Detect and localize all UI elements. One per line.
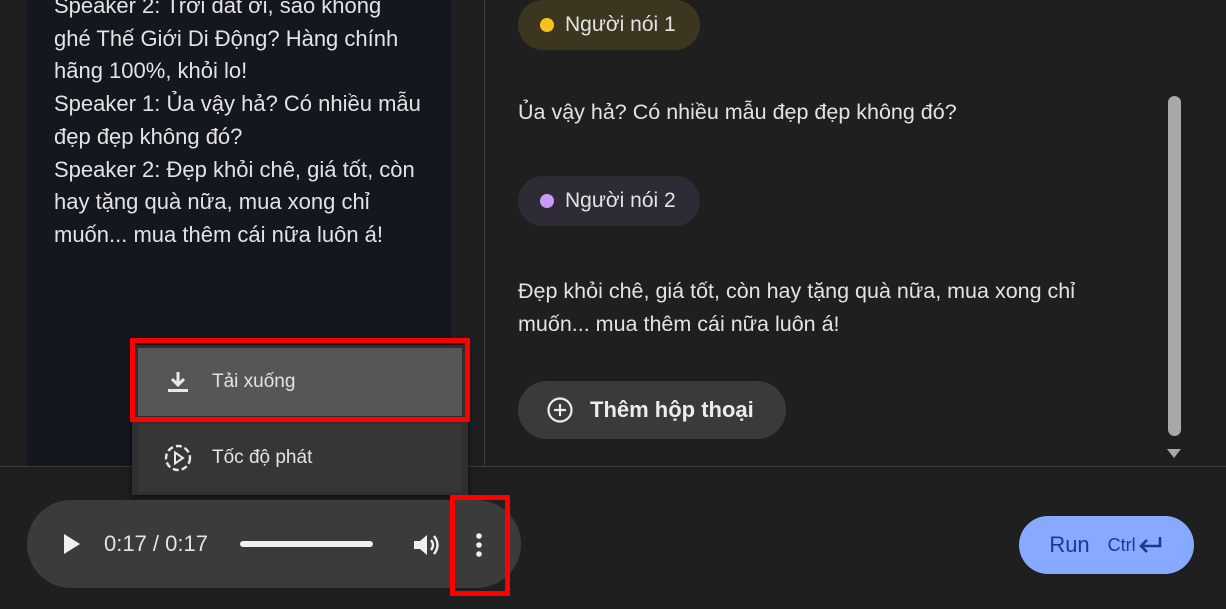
- speaker-chip-2[interactable]: Người nói 2: [518, 176, 700, 226]
- panel-divider: [484, 0, 485, 466]
- scrollbar-thumb[interactable]: [1168, 96, 1181, 436]
- add-dialog-label: Thêm hộp thoại: [590, 397, 754, 422]
- menu-item-playback-speed-label: Tốc độ phát: [212, 447, 313, 468]
- add-dialog-button[interactable]: Thêm hộp thoại: [518, 381, 786, 439]
- volume-icon[interactable]: [410, 529, 442, 561]
- add-circle-icon: [547, 397, 573, 423]
- dialog-2-text[interactable]: Đẹp khỏi chê, giá tốt, còn hay tặng quà …: [518, 275, 1148, 340]
- speaker-1-label: Người nói 1: [565, 13, 676, 36]
- dialog-1-text[interactable]: Ủa vậy hả? Có nhiều mẫu đẹp đẹp không đó…: [518, 96, 1148, 129]
- highlight-box-more-options: [450, 495, 510, 596]
- speaker-2-label: Người nói 2: [565, 189, 676, 212]
- play-icon[interactable]: [62, 531, 82, 557]
- run-shortcut: Ctrl: [1107, 534, 1136, 555]
- run-label: Run: [1049, 532, 1090, 557]
- speaker-2-color-dot: [540, 194, 554, 208]
- enter-key-icon: [1138, 537, 1161, 553]
- transcript-text: Speaker 2: Trời đất ơi, sao không ghé Th…: [54, 0, 421, 247]
- audio-time: 0:17 / 0:17: [104, 531, 208, 556]
- menu-item-playback-speed[interactable]: Tốc độ phát: [138, 424, 462, 492]
- run-button[interactable]: Run Ctrl: [1019, 516, 1194, 574]
- playback-speed-icon: [162, 442, 194, 474]
- scroll-down-arrow-icon[interactable]: [1167, 449, 1181, 458]
- audio-progress-bar[interactable]: [240, 541, 373, 547]
- highlight-box-download: [130, 338, 470, 422]
- speaker-1-color-dot: [540, 18, 554, 32]
- speaker-chip-1[interactable]: Người nói 1: [518, 0, 700, 50]
